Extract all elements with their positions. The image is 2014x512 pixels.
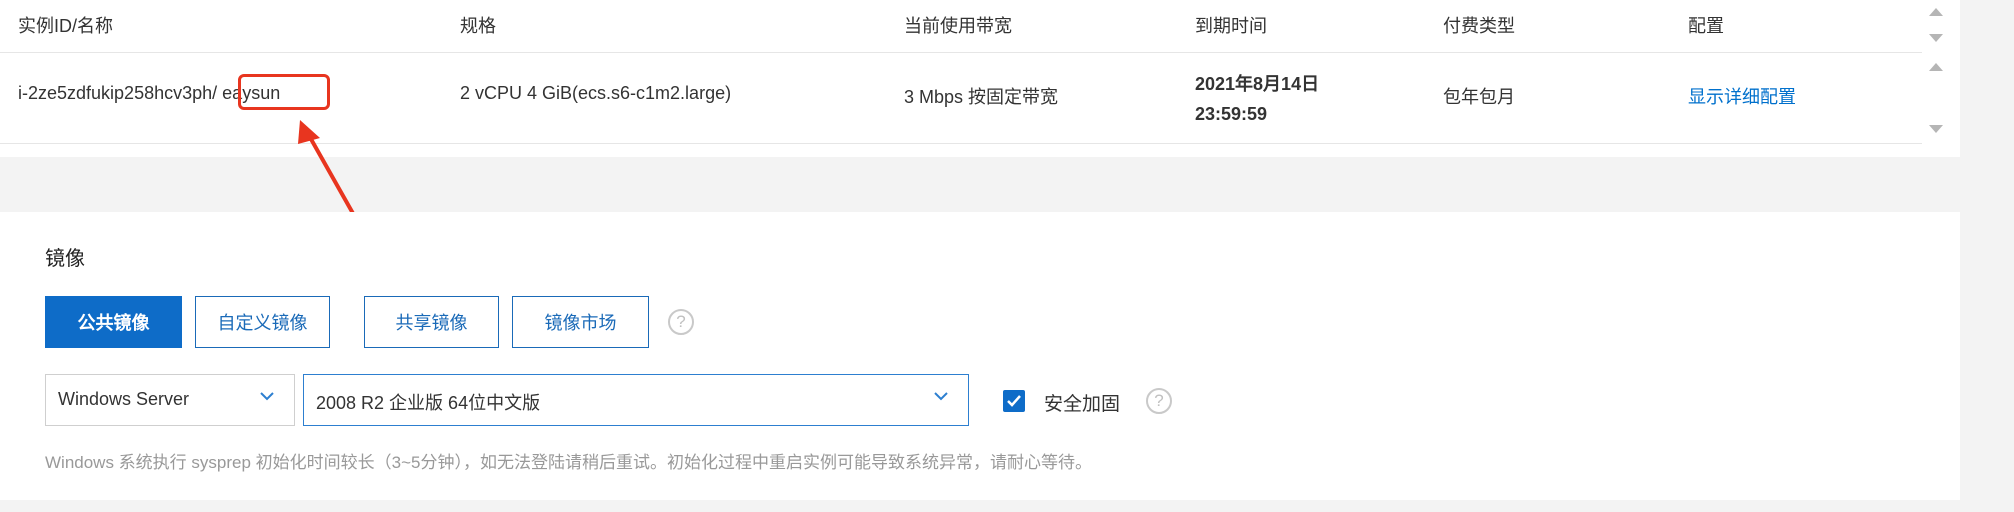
row-scroll-up-icon[interactable]: [1929, 63, 1943, 71]
scroll-up-icon[interactable]: [1929, 8, 1943, 16]
instance-id-text: i-2ze5zdfukip258hcv3ph: [18, 83, 213, 103]
os-select[interactable]: Windows Server: [45, 374, 295, 426]
header-billing: 付费类型: [1443, 16, 1515, 36]
version-select-value: 2008 R2 企业版 64位中文版: [316, 393, 541, 413]
security-checkbox[interactable]: [1003, 390, 1025, 412]
header-expiry: 到期时间: [1195, 16, 1267, 36]
check-icon: [1007, 395, 1021, 407]
security-help-icon[interactable]: ?: [1146, 388, 1172, 414]
version-select[interactable]: 2008 R2 企业版 64位中文版: [303, 374, 969, 426]
separator: /: [212, 83, 218, 103]
expiry-date: 2021年8月14日: [1195, 74, 1320, 94]
expiry-time: 23:59:59: [1195, 104, 1268, 124]
os-select-value: Windows Server: [58, 389, 190, 409]
chevron-down-icon: [260, 392, 274, 401]
header-config: 配置: [1688, 16, 1724, 36]
scroll-down-icon[interactable]: [1929, 34, 1943, 42]
bandwidth-value: 3 Mbps 按固定带宽: [904, 87, 1059, 107]
expiry-value: 2021年8月14日 23:59:59: [1195, 69, 1319, 129]
image-section: 镜像 公共镜像 自定义镜像 共享镜像 镜像市场 ? Windows Server…: [0, 212, 1960, 500]
table-row: i-2ze5zdfukip258hcv3ph/ eaysun 2 vCPU 4 …: [0, 53, 1943, 144]
highlight-box: [238, 74, 330, 110]
tab-custom-image[interactable]: 自定义镜像: [195, 296, 330, 348]
chevron-down-icon: [934, 392, 948, 401]
row-scroll-down-icon[interactable]: [1929, 125, 1943, 133]
security-checkbox-label[interactable]: 安全加固: [1044, 389, 1120, 416]
header-spec: 规格: [460, 16, 496, 36]
tab-image-market[interactable]: 镜像市场: [512, 296, 649, 348]
spec-value: 2 vCPU 4 GiB(ecs.s6-c1m2.large): [460, 83, 732, 103]
header-instance: 实例ID/名称: [18, 16, 114, 36]
sysprep-hint: Windows 系统执行 sysprep 初始化时间较长（3~5分钟），如无法登…: [45, 453, 1092, 472]
table-header: 实例ID/名称 规格 当前使用带宽 到期时间 付费类型 配置: [0, 0, 1922, 53]
annotation-arrow-icon: [298, 120, 357, 219]
tab-shared-image[interactable]: 共享镜像: [364, 296, 499, 348]
tab-public-image[interactable]: 公共镜像: [45, 296, 182, 348]
image-section-title: 镜像: [45, 248, 85, 270]
help-icon[interactable]: ?: [668, 309, 694, 335]
billing-value: 包年包月: [1443, 87, 1515, 107]
header-bandwidth: 当前使用带宽: [904, 16, 1012, 36]
show-config-link[interactable]: 显示详细配置: [1688, 83, 1796, 109]
